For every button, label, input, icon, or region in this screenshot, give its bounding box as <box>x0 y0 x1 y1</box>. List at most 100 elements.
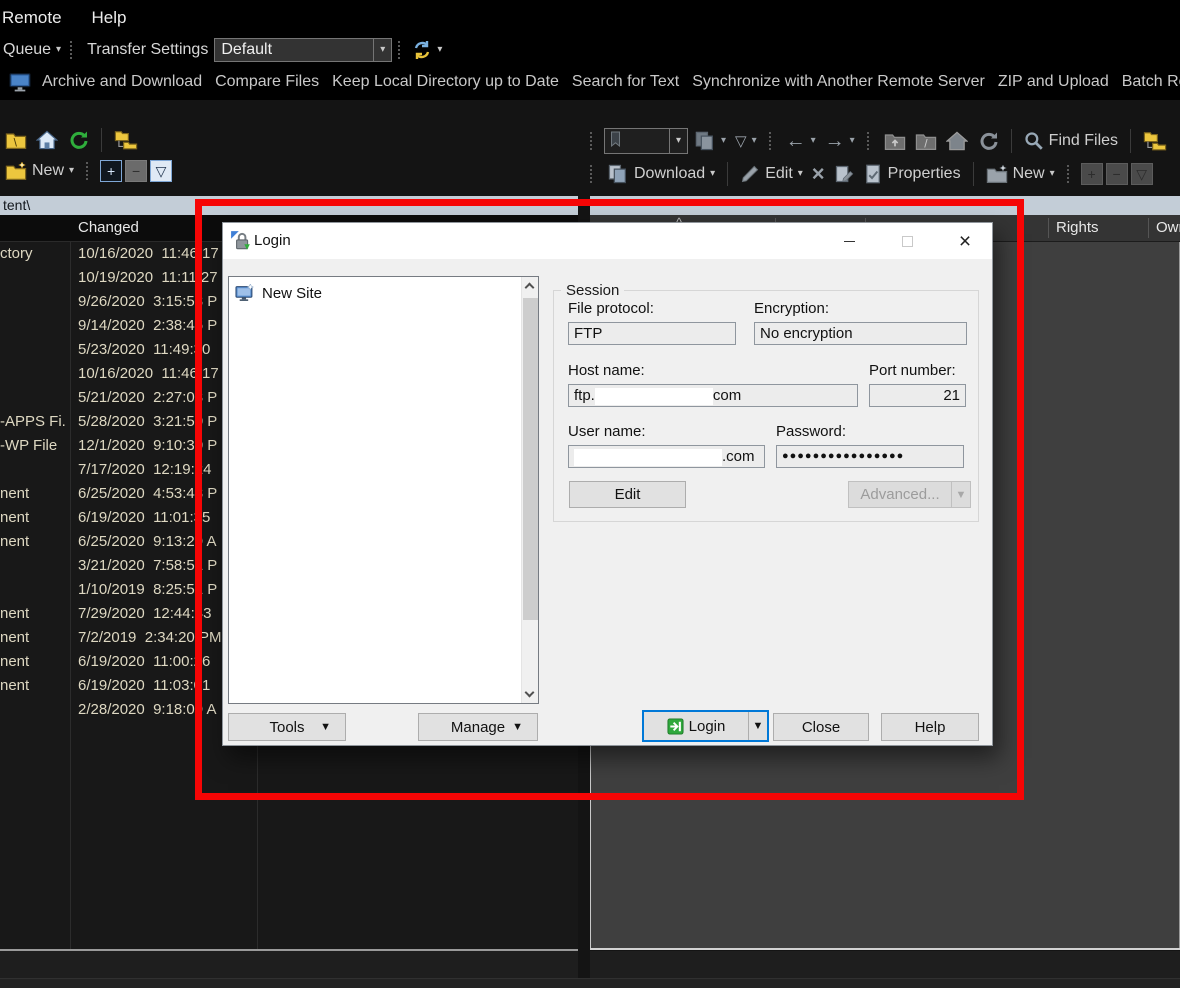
commands-button[interactable] <box>8 72 32 92</box>
column-header-rights[interactable]: Rights <box>1056 219 1099 236</box>
select-files-button-remote[interactable]: + <box>1081 163 1103 185</box>
user-name-field[interactable]: .com <box>568 445 765 468</box>
site-list-scrollbar[interactable] <box>521 277 538 703</box>
host-prefix: ftp. <box>574 387 595 404</box>
open-session-button[interactable]: ▾ <box>691 130 729 152</box>
folder-tree-icon <box>114 130 138 150</box>
minimize-button[interactable] <box>828 226 870 256</box>
chevron-down-icon: ▾ <box>380 45 385 55</box>
toolbar-grip[interactable] <box>590 165 595 183</box>
chevron-down-icon: ▼ <box>512 721 523 733</box>
parent-directory-button[interactable] <box>881 131 909 151</box>
delete-button[interactable]: × <box>809 160 828 188</box>
minus-icon: − <box>132 164 140 178</box>
password-field[interactable]: ●●●●●●●●●●●●●●●● <box>776 445 964 468</box>
unselect-files-button[interactable]: − <box>125 160 147 182</box>
remote-filter-button[interactable]: ▽ ▾ <box>732 131 760 151</box>
queue-button[interactable]: Queue ▾ <box>0 40 64 60</box>
back-button[interactable]: ← ▾ <box>783 129 819 154</box>
menu-bar: Remote Help <box>0 0 1180 36</box>
toolbar-grip[interactable] <box>769 132 774 150</box>
command-item[interactable]: Synchronize with Another Remote Server <box>692 73 985 91</box>
remote-path-bar[interactable] <box>590 196 1180 215</box>
edit-button-toolbar[interactable]: Edit ▾ <box>737 163 806 185</box>
open-directory-button[interactable]: \ <box>2 130 30 150</box>
toolbar-grip[interactable] <box>867 132 872 150</box>
site-list-item-new-site[interactable]: New Site <box>234 284 322 302</box>
tools-label: Tools <box>269 719 304 736</box>
remote-home-button[interactable] <box>943 130 971 152</box>
new-button-remote[interactable]: New ▾ <box>983 164 1058 184</box>
root-directory-button[interactable]: / <box>912 131 940 151</box>
home-icon <box>946 131 968 151</box>
scroll-up-icon[interactable] <box>525 283 535 293</box>
menu-item-remote[interactable]: Remote <box>0 8 64 28</box>
select-files-button[interactable]: + <box>100 160 122 182</box>
refresh-button[interactable] <box>64 129 92 151</box>
menu-item-help[interactable]: Help <box>90 8 129 28</box>
close-button[interactable]: Close <box>773 713 869 741</box>
file-protocol-field[interactable]: FTP <box>568 322 736 345</box>
toolbar-grip[interactable] <box>398 41 403 59</box>
transfer-settings-combo[interactable]: Default ▾ <box>214 38 392 62</box>
manage-button[interactable]: Manage ▼ <box>418 713 538 741</box>
host-name-field[interactable]: ftp. com <box>568 384 858 407</box>
toolbar-grip[interactable] <box>70 41 75 59</box>
command-items: Archive and Download Compare Files Keep Lo… <box>42 73 1180 91</box>
find-files-button[interactable]: Find Files <box>1021 130 1121 152</box>
download-button[interactable]: Download ▾ <box>604 163 718 185</box>
toolbar-separator <box>1011 129 1012 153</box>
toolbar-grip[interactable] <box>590 132 595 150</box>
folder-bookmark-icon: \ <box>5 131 27 149</box>
scroll-down-icon[interactable] <box>525 688 535 698</box>
port-number-label: Port number: <box>869 362 956 379</box>
scrollbar-thumb[interactable] <box>523 298 538 620</box>
command-item[interactable]: Compare Files <box>215 73 319 91</box>
properties-button[interactable]: Properties <box>860 163 964 185</box>
file-name-fragment: nent <box>0 674 67 698</box>
command-item[interactable]: Keep Local Directory up to Date <box>332 73 559 91</box>
maximize-button[interactable] <box>886 226 928 256</box>
rename-button[interactable] <box>831 163 857 185</box>
port-number-field[interactable]: 21 <box>869 384 966 407</box>
column-header-owner[interactable]: Own <box>1156 219 1180 236</box>
toolbar-grip[interactable] <box>86 162 91 180</box>
login-dropdown[interactable]: ▼ <box>748 712 767 740</box>
synchronize-button[interactable]: ▾ <box>409 39 445 61</box>
command-item[interactable]: ZIP and Upload <box>998 73 1109 91</box>
filter-button[interactable]: ▽ <box>150 160 172 182</box>
properties-label: Properties <box>888 165 961 183</box>
dialog-title-bar[interactable]: Login × <box>223 223 992 259</box>
column-header-changed[interactable]: Changed <box>78 219 139 236</box>
home-directory-button[interactable] <box>33 129 61 151</box>
tree-view-button[interactable] <box>111 129 141 151</box>
command-item[interactable]: Archive and Download <box>42 73 202 91</box>
close-icon: × <box>959 231 971 252</box>
edit-button[interactable]: Edit <box>569 481 686 508</box>
command-item[interactable]: Search for Text <box>572 73 679 91</box>
forward-button[interactable]: → ▾ <box>822 129 858 154</box>
remote-tree-view-button[interactable] <box>1140 130 1170 152</box>
user-suffix: .com <box>722 448 755 465</box>
remote-toolbar-row2: Download ▾ Edit ▾ × Properties <box>584 160 1153 188</box>
filter-button-remote[interactable]: ▽ <box>1131 163 1153 185</box>
command-item[interactable]: Batch Rename <box>1122 73 1180 91</box>
help-button[interactable]: Help <box>881 713 979 741</box>
new-button-local[interactable]: New ▾ <box>2 161 77 181</box>
unselect-files-button-remote[interactable]: − <box>1106 163 1128 185</box>
file-changed-value: 9/26/2020 3:15:58 P <box>78 290 217 314</box>
site-list[interactable]: New Site <box>228 276 539 704</box>
transfer-setting-value: Default <box>215 41 373 59</box>
chevron-down-icon: ▾ <box>710 169 715 179</box>
login-button[interactable]: Login ▼ <box>642 710 769 742</box>
session-bookmark-combo[interactable]: ▾ <box>604 128 688 154</box>
toolbar-grip[interactable] <box>1067 165 1072 183</box>
encryption-field[interactable]: No encryption <box>754 322 967 345</box>
tools-button[interactable]: Tools ▼ <box>228 713 346 741</box>
host-suffix: com <box>713 387 741 404</box>
remote-refresh-button[interactable] <box>974 130 1002 152</box>
folder-tree-icon <box>1143 131 1167 151</box>
parent-folder-icon <box>884 132 906 150</box>
local-path-bar[interactable]: tent\ <box>0 196 578 215</box>
close-window-button[interactable]: × <box>944 226 986 256</box>
